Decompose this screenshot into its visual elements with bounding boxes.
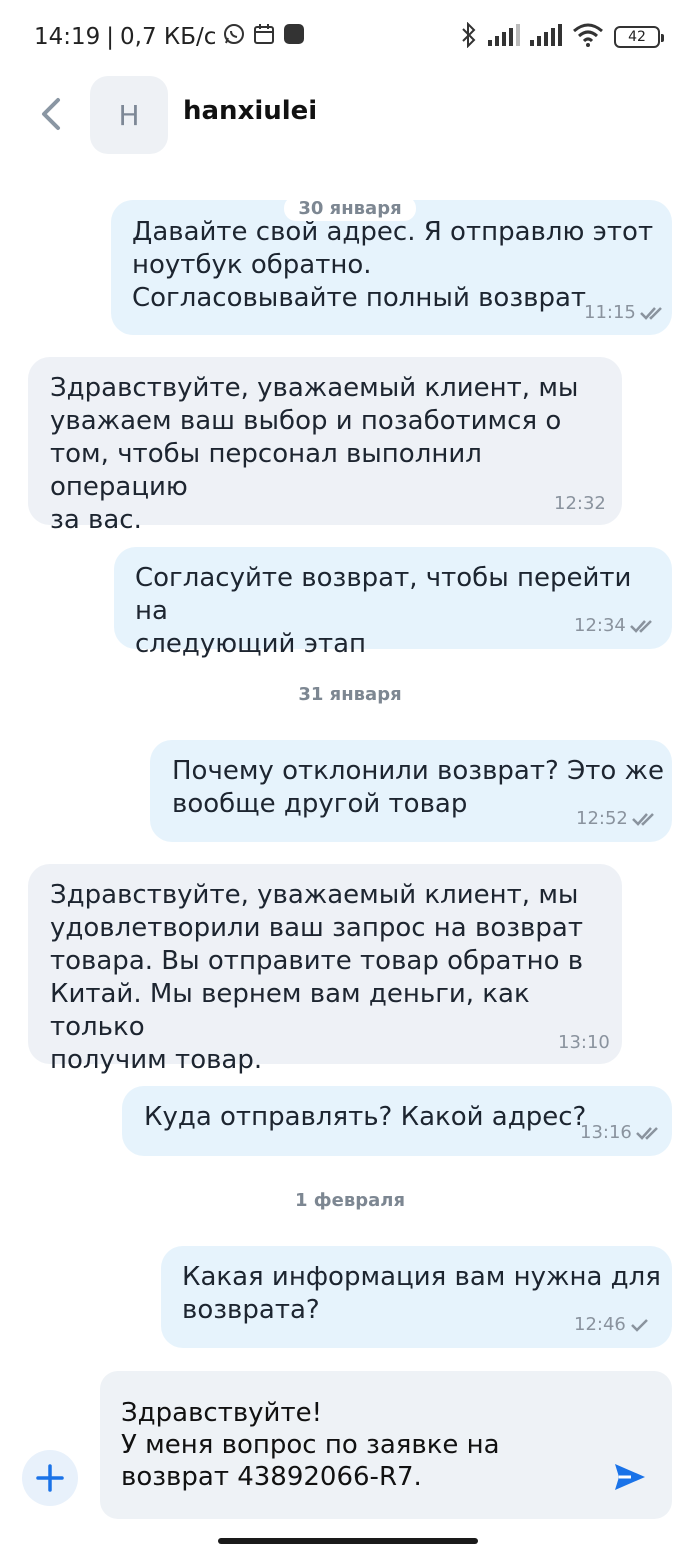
home-indicator[interactable] xyxy=(218,1538,478,1544)
avatar-letter: H xyxy=(118,98,140,132)
date-label: 31 января xyxy=(284,682,416,707)
double-check-icon xyxy=(631,812,654,826)
status-left: 14:19 | 0,7 КБ/с xyxy=(34,22,306,52)
calendar-icon xyxy=(252,22,276,52)
battery-icon: 42 xyxy=(614,26,664,48)
message-meta: 12:46 xyxy=(574,1308,650,1341)
message-meta: 12:32 xyxy=(554,487,606,520)
message-time: 12:34 xyxy=(574,615,626,636)
plus-icon xyxy=(36,1464,64,1492)
contact-name[interactable]: hanxiulei xyxy=(183,96,317,126)
chevron-left-icon xyxy=(42,98,60,130)
message-bubble-outgoing[interactable]: Какая информация вам нужна для возврата?… xyxy=(161,1246,672,1348)
status-divider: | xyxy=(106,24,115,50)
check-icon xyxy=(630,1318,648,1332)
message-meta: 12:52 xyxy=(576,802,658,835)
message-meta: 12:34 xyxy=(574,609,656,642)
avatar[interactable]: H xyxy=(90,76,168,154)
message-time: 11:15 xyxy=(584,302,636,323)
double-check-icon xyxy=(629,619,652,633)
message-input[interactable]: Здравствуйте! У меня вопрос по заявке на… xyxy=(100,1371,672,1519)
status-time: 14:19 xyxy=(34,24,101,50)
message-time: 12:46 xyxy=(574,1314,626,1335)
date-separator: 30 января xyxy=(0,196,700,221)
message-meta: 13:10 xyxy=(558,1026,610,1059)
message-time: 12:52 xyxy=(576,808,628,829)
double-check-icon xyxy=(635,1126,658,1140)
message-time: 12:32 xyxy=(554,493,606,514)
app-icon xyxy=(282,22,306,52)
whatsapp-icon xyxy=(222,22,246,52)
bluetooth-icon xyxy=(460,21,478,52)
message-bubble-outgoing[interactable]: Согласуйте возврат, чтобы перейти на сле… xyxy=(114,547,672,659)
message-meta: 11:15 xyxy=(584,296,666,329)
message-text: Давайте свой адрес. Я отправлю этот ноут… xyxy=(132,217,654,313)
send-button[interactable] xyxy=(608,1459,652,1495)
network-speed: 0,7 КБ/с xyxy=(120,24,217,50)
chat-header: H hanxiulei xyxy=(0,76,700,156)
message-bubble-incoming[interactable]: Здравствуйте, уважаемый клиент, мы удовл… xyxy=(28,864,622,1075)
signal-icon xyxy=(488,24,520,50)
message-time: 13:16 xyxy=(580,1122,632,1143)
add-attachment-button[interactable] xyxy=(22,1450,78,1506)
message-bubble-outgoing[interactable]: Куда отправлять? Какой адрес? 13:16 xyxy=(122,1086,672,1156)
back-button[interactable] xyxy=(30,94,70,134)
wifi-icon xyxy=(572,23,604,51)
date-separator: 31 января xyxy=(0,682,700,707)
message-input-text[interactable]: Здравствуйте! У меня вопрос по заявке на… xyxy=(121,1397,591,1493)
message-time: 13:10 xyxy=(558,1032,610,1053)
message-text: Куда отправлять? Какой адрес? xyxy=(144,1102,587,1132)
date-separator: 1 февраля xyxy=(0,1188,700,1213)
status-bar: 14:19 | 0,7 КБ/с 42 xyxy=(0,0,700,76)
date-label: 1 февраля xyxy=(280,1188,420,1213)
message-bubble-outgoing[interactable]: Почему отклонили возврат? Это же вообще … xyxy=(150,740,672,842)
status-right: 42 xyxy=(460,21,664,52)
send-icon xyxy=(615,1464,645,1490)
double-check-icon xyxy=(639,306,662,320)
signal-icon xyxy=(530,24,562,50)
message-text: Здравствуйте, уважаемый клиент, мы удовл… xyxy=(50,880,584,1075)
message-meta: 13:16 xyxy=(580,1116,662,1149)
battery-level: 42 xyxy=(628,29,646,45)
message-text: Здравствуйте, уважаемый клиент, мы уважа… xyxy=(50,373,579,535)
message-bubble-incoming[interactable]: Здравствуйте, уважаемый клиент, мы уважа… xyxy=(28,357,622,535)
date-label: 30 января xyxy=(284,196,416,221)
